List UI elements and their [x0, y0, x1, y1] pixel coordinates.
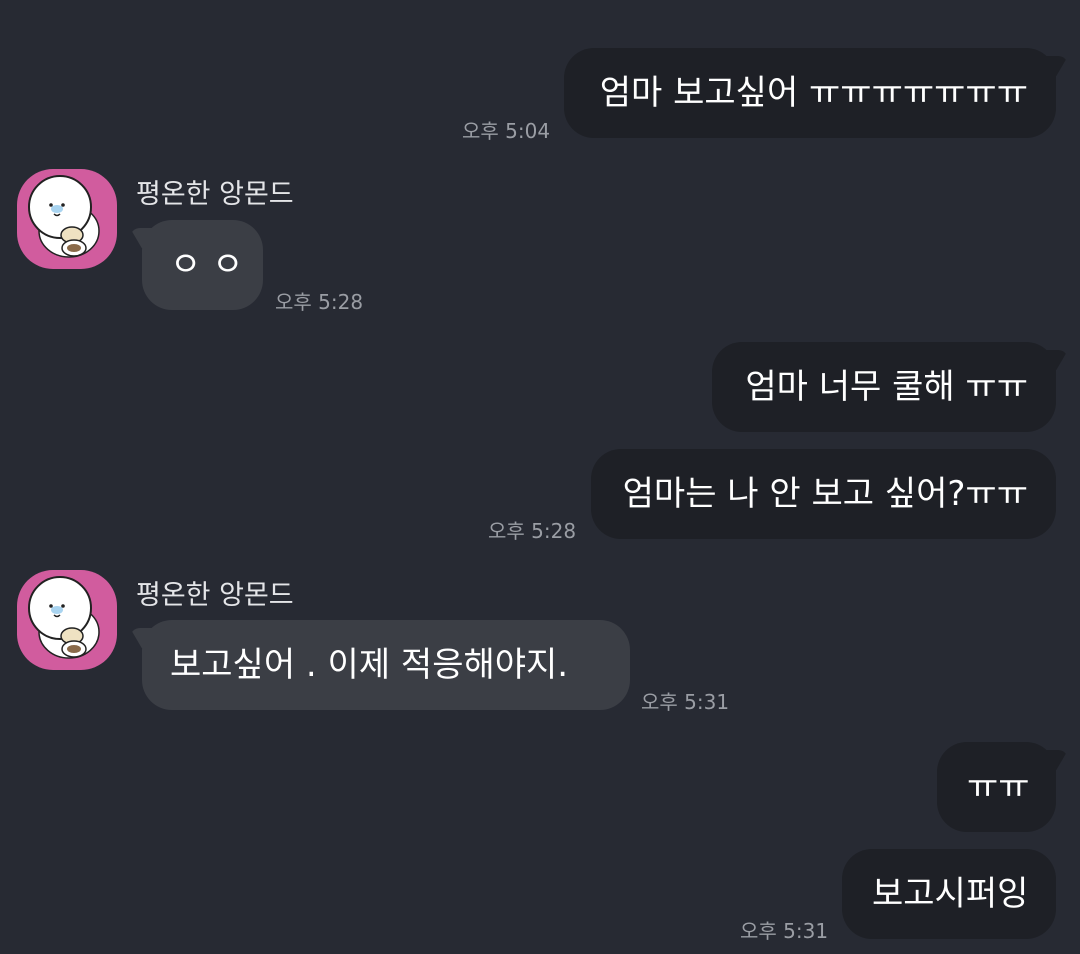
message-text: 보고싶어 . 이제 적응해야지.: [170, 645, 569, 685]
message-timestamp: 오후 5:28: [488, 519, 577, 543]
contact-avatar[interactable]: [17, 570, 117, 670]
contact-avatar[interactable]: [17, 169, 117, 269]
sender-name: 평온한 앙몬드: [136, 580, 294, 611]
message-text: 엄마는 나 안 보고 싶어?ㅠㅠ: [622, 474, 1028, 514]
bubble-tail: [130, 228, 156, 248]
received-message-bubble[interactable]: 보고싶어 . 이제 적응해야지.: [130, 620, 630, 710]
white-character-avatar-icon: [28, 576, 100, 659]
sender-name: 평온한 앙몬드: [136, 179, 294, 210]
bubble-tail: [1042, 350, 1068, 370]
message-text: ㅠㅠ: [967, 767, 1030, 807]
sent-message-bubble[interactable]: 엄마 보고싶어 ㅠㅠㅠㅠㅠㅠㅠ: [564, 48, 1068, 138]
message-text: ㅇ ㅇ: [170, 245, 244, 285]
white-character-avatar-icon: [28, 175, 100, 258]
sent-message-bubble[interactable]: 엄마 너무 쿨해 ㅠㅠ: [712, 342, 1068, 432]
message-text: 엄마 보고싶어 ㅠㅠㅠㅠㅠㅠㅠ: [599, 73, 1028, 113]
message-timestamp: 오후 5:28: [275, 290, 364, 314]
message-text: 보고시퍼잉: [872, 874, 1029, 914]
bubble-tail: [1042, 750, 1068, 770]
message-timestamp: 오후 5:04: [462, 119, 551, 143]
chat-message-list[interactable]: 엄마 보고싶어 ㅠㅠㅠㅠㅠㅠㅠ 오후 5:04 평온한 앙몬드 ㅇ ㅇ 오후 5…: [0, 0, 1080, 954]
bubble-tail: [1042, 56, 1068, 76]
sent-message-bubble[interactable]: 엄마는 나 안 보고 싶어?ㅠㅠ: [591, 449, 1056, 539]
sent-message-bubble[interactable]: ㅠㅠ: [937, 742, 1068, 832]
sent-message-bubble[interactable]: 보고시퍼잉: [842, 849, 1056, 939]
message-timestamp: 오후 5:31: [641, 690, 730, 714]
bubble-tail: [130, 628, 156, 648]
message-text: 엄마 너무 쿨해 ㅠㅠ: [745, 367, 1028, 407]
message-timestamp: 오후 5:31: [740, 919, 829, 943]
received-message-bubble[interactable]: ㅇ ㅇ: [130, 220, 263, 310]
